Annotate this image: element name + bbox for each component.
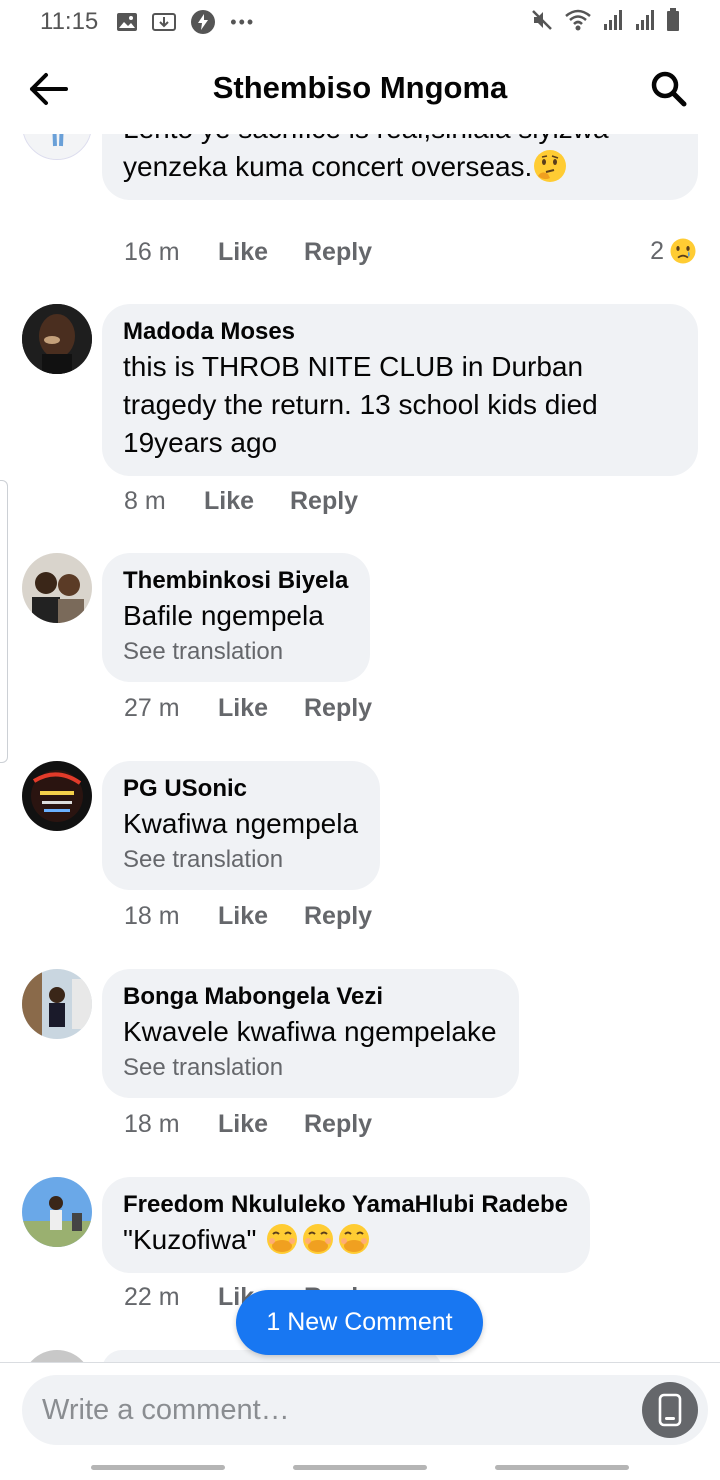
reaction-summary[interactable]: 2 — [650, 236, 698, 266]
comment-author[interactable]: Freedom Nkululeko YamaHlubi Radebe — [123, 1189, 568, 1221]
more-dots-icon: ••• — [230, 11, 256, 32]
comment-text-content: "Kuzofiwa" — [123, 1224, 257, 1255]
face-with-hand-over-mouth-icon — [267, 1224, 298, 1254]
comment-time: 18 m — [124, 902, 180, 930]
comment-text: Kwafiwa ngempela — [123, 808, 359, 839]
comment-meta: 18 m Like Reply — [124, 902, 372, 931]
reply-button[interactable]: Reply — [304, 238, 372, 267]
comment-author[interactable]: Thembinkosi Biyela — [123, 565, 348, 597]
header: Sthembiso Mngoma — [0, 44, 720, 134]
see-translation-link[interactable]: See translation — [123, 844, 358, 876]
sticker-icon — [658, 1393, 682, 1427]
avatar[interactable] — [22, 304, 92, 374]
app-root: { "status_bar": { "time": "11:15", "dots… — [0, 0, 720, 1480]
status-bar: 11:15 ••• — [0, 0, 720, 44]
comments-feed[interactable]: Lento ye sacrifice is real,sihlala siyiz… — [0, 134, 720, 1362]
comment-meta: 16 m Like Reply — [124, 238, 372, 267]
nav-recent-button[interactable] — [91, 1465, 225, 1470]
signal-icon-1 — [602, 9, 624, 38]
status-right-icons — [530, 8, 680, 39]
wifi-icon — [564, 8, 592, 39]
reply-button[interactable]: Reply — [304, 1110, 372, 1139]
comment-bubble[interactable]: PG USonic Kwafiwa ngempela See translati… — [102, 761, 381, 890]
hand-over-mouth-emojis — [264, 1224, 372, 1255]
face-with-hand-over-mouth-icon — [339, 1224, 370, 1254]
avatar[interactable] — [22, 1177, 92, 1247]
reply-button[interactable]: Reply — [290, 487, 358, 516]
signal-icon-2 — [634, 9, 656, 38]
face-with-hand-over-mouth-icon — [303, 1224, 334, 1254]
avatar[interactable] — [22, 761, 92, 831]
like-button[interactable]: Like — [218, 238, 304, 267]
see-translation-link[interactable]: See translation — [123, 1052, 497, 1084]
like-button[interactable]: Like — [218, 902, 304, 931]
system-nav-bar — [0, 1454, 720, 1480]
comment-meta: 18 m Like Reply — [124, 1110, 372, 1139]
reply-button[interactable]: Reply — [304, 694, 372, 723]
comment-time: 16 m — [124, 238, 180, 266]
comment-text: this is THROB NITE CLUB in Durban traged… — [123, 351, 598, 458]
comment-bubble[interactable]: Madoda Moses this is THROB NITE CLUB in … — [102, 304, 698, 476]
like-button[interactable]: Like — [218, 1110, 304, 1139]
comment-text: Bafile ngempela — [123, 600, 324, 631]
thinking-face-icon — [534, 150, 567, 182]
page-title: Sthembiso Mngoma — [212, 70, 508, 105]
comment-meta: 8 m Like Reply — [124, 487, 358, 516]
comment-bubble[interactable]: Lento ye sacrifice is real,sihlala siyiz… — [102, 134, 698, 200]
battery-icon — [666, 8, 680, 39]
search-icon — [651, 71, 687, 107]
comment-bubble[interactable]: Thembinkosi Biyela Bafile ngempela See t… — [102, 553, 371, 682]
comment-time: 22 m — [124, 1283, 180, 1311]
avatar[interactable] — [22, 1350, 92, 1362]
comment-text: "Kuzofiwa" — [123, 1221, 568, 1259]
reaction-count: 2 — [650, 236, 664, 265]
gallery-icon — [116, 12, 138, 32]
comment-author[interactable]: PG USonic — [123, 773, 358, 805]
comment-input[interactable] — [42, 1375, 602, 1445]
comment-time: 18 m — [124, 1110, 180, 1138]
nav-home-button[interactable] — [293, 1465, 427, 1470]
search-button[interactable] — [646, 66, 692, 112]
comment-text: Kwavele kwafiwa ngempelake — [123, 1016, 497, 1047]
like-button[interactable]: Like — [218, 694, 304, 723]
avatar[interactable] — [22, 553, 92, 623]
comment-time: 27 m — [124, 694, 180, 722]
comment-time: 8 m — [124, 487, 166, 515]
comment-bubble[interactable]: Freedom Nkululeko YamaHlubi Radebe "Kuzo… — [102, 1177, 591, 1273]
see-translation-link[interactable]: See translation — [123, 636, 348, 668]
new-comment-button[interactable]: 1 New Comment — [236, 1290, 483, 1355]
mute-icon — [530, 8, 554, 39]
comment-author[interactable]: Bonga Mabongela Vezi — [123, 981, 497, 1013]
reply-button[interactable]: Reply — [304, 902, 372, 931]
sad-face-icon — [670, 238, 696, 264]
like-button[interactable]: Like — [204, 487, 290, 516]
status-time: 11:15 — [40, 8, 99, 35]
comment-text: Lento ye sacrifice is real,sihlala siyiz… — [123, 134, 676, 186]
comment-meta: 27 m Like Reply — [124, 694, 372, 723]
messenger-bolt-icon — [190, 9, 216, 35]
nav-back-button[interactable] — [495, 1465, 629, 1470]
comment-bubble[interactable]: Bonga Mabongela Vezi Kwavele kwafiwa nge… — [102, 969, 519, 1098]
comment-composer-bar — [0, 1362, 720, 1454]
download-screen-icon — [152, 12, 177, 32]
comment-author[interactable]: Madoda Moses — [123, 316, 676, 348]
avatar[interactable] — [22, 134, 92, 160]
avatar[interactable] — [22, 969, 92, 1039]
comment-composer — [22, 1375, 708, 1445]
sticker-button[interactable] — [642, 1382, 698, 1438]
